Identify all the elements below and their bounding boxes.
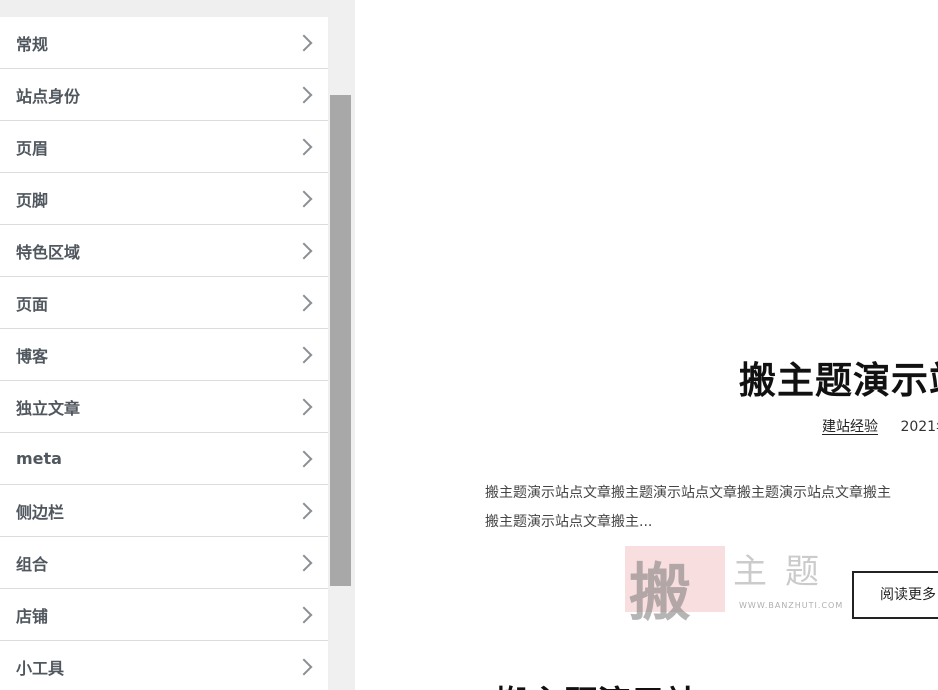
section-label: meta (16, 449, 62, 468)
watermark-side-text: 主题 (733, 552, 837, 592)
watermark-url: WWW.BANZHUTI.COM (739, 601, 844, 610)
section-label: 独立文章 (16, 398, 81, 418)
section-item-blog[interactable]: 博客 (0, 329, 328, 381)
section-item-header[interactable]: 页眉 (0, 121, 328, 173)
sidebar-scrollbar-thumb[interactable] (330, 95, 351, 586)
section-label: 页脚 (16, 190, 49, 210)
chevron-right-icon (295, 86, 313, 103)
section-item-combination[interactable]: 组合 (0, 537, 328, 589)
section-item-site-identity[interactable]: 站点身份 (0, 69, 328, 121)
section-item-widgets[interactable]: 小工具 (0, 641, 328, 690)
section-item-single-post[interactable]: 独立文章 (0, 381, 328, 433)
customizer-page: 常规 站点身份 页眉 页脚 特色区域 页面 博客 独立文章 meta 侧边栏 组… (0, 0, 938, 690)
section-label: 组合 (16, 554, 49, 574)
chevron-right-icon (295, 138, 313, 155)
post-date: 2021年 (900, 419, 938, 435)
section-label: 页眉 (16, 138, 49, 158)
read-more-button[interactable]: 阅读更多 (852, 571, 938, 619)
site-preview: 搬主题演示站 建站经验 2021年 搬主题演示站点文章搬主题演示站点文章搬主题演… (355, 0, 938, 690)
section-item-shop[interactable]: 店铺 (0, 589, 328, 641)
watermark-big-char: 搬 (629, 556, 692, 629)
chevron-right-icon (295, 554, 313, 571)
watermark-logo: 搬 主题 WWW.BANZHUTI.COM (625, 544, 855, 629)
chevron-right-icon (295, 502, 313, 519)
section-item-meta[interactable]: meta (0, 433, 328, 485)
chevron-right-icon (295, 190, 313, 207)
post-title[interactable]: 搬主题演示站 (739, 350, 938, 404)
customizer-section-list: 常规 站点身份 页眉 页脚 特色区域 页面 博客 独立文章 meta 侧边栏 组… (0, 17, 328, 690)
post-meta: 建站经验 2021年 (822, 416, 938, 436)
section-item-featured-area[interactable]: 特色区域 (0, 225, 328, 277)
post-excerpt: 搬主题演示站点文章搬主题演示站点文章搬主题演示站点文章搬主 搬主题演示站点文章搬… (485, 479, 938, 537)
section-label: 店铺 (16, 606, 49, 626)
section-item-general[interactable]: 常规 (0, 17, 328, 69)
next-post-title[interactable]: 搬主题演示站 (495, 676, 699, 690)
chevron-right-icon (295, 346, 313, 363)
section-label: 博客 (16, 346, 49, 366)
chevron-right-icon (295, 398, 313, 415)
section-label: 站点身份 (16, 86, 81, 106)
customizer-sidebar: 常规 站点身份 页眉 页脚 特色区域 页面 博客 独立文章 meta 侧边栏 组… (0, 0, 356, 690)
chevron-right-icon (295, 34, 313, 51)
sidebar-scrollbar[interactable] (330, 0, 351, 690)
section-label: 页面 (16, 294, 49, 314)
section-label: 特色区域 (16, 242, 81, 262)
section-item-footer[interactable]: 页脚 (0, 173, 328, 225)
chevron-right-icon (295, 606, 313, 623)
chevron-right-icon (295, 294, 313, 311)
section-label: 小工具 (16, 658, 65, 678)
section-label: 常规 (16, 34, 49, 54)
excerpt-line: 搬主题演示站点文章搬主... (485, 514, 653, 530)
post-category-link[interactable]: 建站经验 (822, 419, 878, 435)
section-item-sidebar[interactable]: 侧边栏 (0, 485, 328, 537)
excerpt-line: 搬主题演示站点文章搬主题演示站点文章搬主题演示站点文章搬主 (485, 485, 891, 501)
section-label: 侧边栏 (16, 502, 65, 522)
chevron-right-icon (295, 658, 313, 675)
chevron-right-icon (295, 242, 313, 259)
section-item-pages[interactable]: 页面 (0, 277, 328, 329)
chevron-right-icon (295, 450, 313, 467)
